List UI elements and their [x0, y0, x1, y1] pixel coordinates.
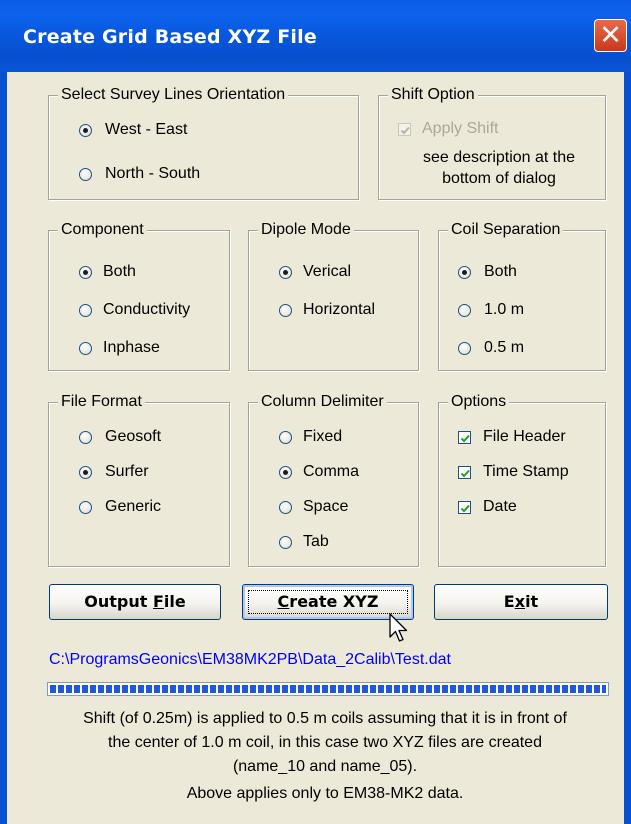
radio-delimiter-fixed-label[interactable]: Fixed: [303, 427, 342, 447]
coil-separation-group-label: Coil Separation: [448, 221, 564, 239]
window-frame-left: [0, 72, 7, 824]
description-line2: the center of 1.0 m coil, in this case t…: [108, 734, 542, 751]
apply-shift-checkbox-box[interactable]: [398, 123, 411, 136]
title-bar[interactable]: Create Grid Based XYZ File ✕: [0, 0, 631, 72]
output-file-path: C:\ProgramsGeonics\EM38MK2PB\Data_2Calib…: [49, 651, 451, 668]
shift-option-group-label: Shift Option: [388, 86, 478, 104]
radio-dipole-vertical-label[interactable]: Verical: [303, 262, 351, 282]
radio-delimiter-comma-indicator[interactable]: [279, 466, 292, 479]
output-file-button-accel: F: [152, 592, 164, 611]
radio-component-conductivity-label[interactable]: Conductivity: [103, 300, 190, 320]
radio-component-both-label[interactable]: Both: [103, 262, 136, 282]
radio-coil-05m-label[interactable]: 0.5 m: [484, 338, 524, 358]
orientation-group: Select Survey Lines Orientation West - E…: [48, 86, 359, 200]
dialog-window: Create Grid Based XYZ File ✕ Select Surv…: [0, 0, 631, 824]
radio-dipole-vertical-indicator[interactable]: [279, 266, 292, 279]
radio-format-generic-label[interactable]: Generic: [105, 497, 161, 517]
checkbox-date-label[interactable]: Date: [483, 497, 517, 517]
radio-component-inphase-label[interactable]: Inphase: [103, 338, 160, 358]
checkbox-file-header-label[interactable]: File Header: [483, 427, 566, 447]
component-group-label: Component: [58, 221, 147, 239]
file-format-group-label: File Format: [58, 393, 145, 411]
column-delimiter-group: Column Delimiter Fixed Comma Space Tab: [248, 393, 419, 567]
radio-dipole-horizontal-indicator[interactable]: [279, 304, 292, 317]
radio-format-surfer-label[interactable]: Surfer: [105, 462, 149, 482]
radio-component-inphase-indicator[interactable]: [79, 342, 92, 355]
checkbox-time-stamp-label[interactable]: Time Stamp: [483, 462, 569, 482]
close-button[interactable]: ✕: [594, 19, 627, 52]
window-title: Create Grid Based XYZ File: [23, 26, 317, 48]
radio-delimiter-tab-indicator[interactable]: [279, 536, 292, 549]
checkbox-time-stamp-box[interactable]: [458, 466, 471, 479]
mouse-pointer-icon: [389, 613, 408, 642]
progress-bar: [47, 682, 609, 696]
checkbox-date-box[interactable]: [458, 501, 471, 514]
coil-separation-group: Coil Separation Both 1.0 m 0.5 m: [438, 221, 606, 371]
options-group: Options File Header Time Stamp Date: [438, 393, 606, 567]
radio-west-east-indicator[interactable]: [79, 124, 92, 137]
output-file-button-label-post: ile: [163, 592, 186, 611]
output-file-button-label-pre: Output: [84, 592, 153, 611]
column-delimiter-group-label: Column Delimiter: [258, 393, 387, 411]
shift-note-line2: bottom of dialog: [442, 170, 556, 187]
output-file-button[interactable]: Output File: [49, 584, 221, 620]
radio-format-geosoft-indicator[interactable]: [79, 431, 92, 444]
radio-coil-1m-indicator[interactable]: [458, 304, 471, 317]
shift-note-line1: see description at the: [422, 149, 576, 166]
radio-north-south-indicator[interactable]: [79, 168, 92, 181]
radio-coil-both-label[interactable]: Both: [484, 262, 517, 282]
radio-delimiter-comma-label[interactable]: Comma: [303, 462, 359, 482]
exit-button-label-post: it: [525, 592, 539, 611]
radio-delimiter-tab-label[interactable]: Tab: [303, 532, 329, 552]
window-frame-right: [624, 72, 631, 824]
exit-button-label-pre: E: [503, 592, 515, 611]
radio-delimiter-fixed-indicator[interactable]: [279, 431, 292, 444]
close-icon: ✕: [599, 20, 622, 51]
radio-north-south-label[interactable]: North - South: [105, 164, 200, 184]
radio-coil-both-indicator[interactable]: [458, 266, 471, 279]
radio-format-geosoft-label[interactable]: Geosoft: [105, 427, 161, 447]
description-line1: Shift (of 0.25m) is applied to 0.5 m coi…: [83, 710, 567, 727]
radio-west-east-label[interactable]: West - East: [105, 120, 187, 140]
radio-delimiter-space-label[interactable]: Space: [303, 497, 348, 517]
radio-format-surfer-indicator[interactable]: [79, 466, 92, 479]
shift-option-group: Shift Option Apply Shift see description…: [378, 86, 606, 200]
radio-delimiter-space-indicator[interactable]: [279, 501, 292, 514]
radio-coil-05m-indicator[interactable]: [458, 342, 471, 355]
radio-dipole-horizontal-label[interactable]: Horizontal: [303, 300, 375, 320]
description-line4: Above applies only to EM38-MK2 data.: [186, 785, 464, 802]
progress-bar-fill: [50, 685, 606, 693]
dipole-mode-group: Dipole Mode Verical Horizontal: [248, 221, 419, 371]
radio-format-generic-indicator[interactable]: [79, 501, 92, 514]
file-format-group: File Format Geosoft Surfer Generic: [48, 393, 230, 567]
component-group: Component Both Conductivity Inphase: [48, 221, 230, 371]
radio-component-conductivity-indicator[interactable]: [79, 304, 92, 317]
radio-coil-1m-label[interactable]: 1.0 m: [484, 300, 524, 320]
create-xyz-focus-ring: [248, 590, 408, 614]
checkbox-file-header-box[interactable]: [458, 431, 471, 444]
radio-component-both-indicator[interactable]: [79, 266, 92, 279]
orientation-group-label: Select Survey Lines Orientation: [58, 86, 289, 104]
exit-button-accel: x: [514, 592, 526, 611]
exit-button[interactable]: Exit: [434, 584, 608, 620]
dipole-mode-group-label: Dipole Mode: [258, 221, 354, 239]
apply-shift-label[interactable]: Apply Shift: [422, 119, 498, 139]
options-group-label: Options: [448, 393, 510, 411]
description-line3: (name_10 and name_05).: [232, 758, 418, 775]
